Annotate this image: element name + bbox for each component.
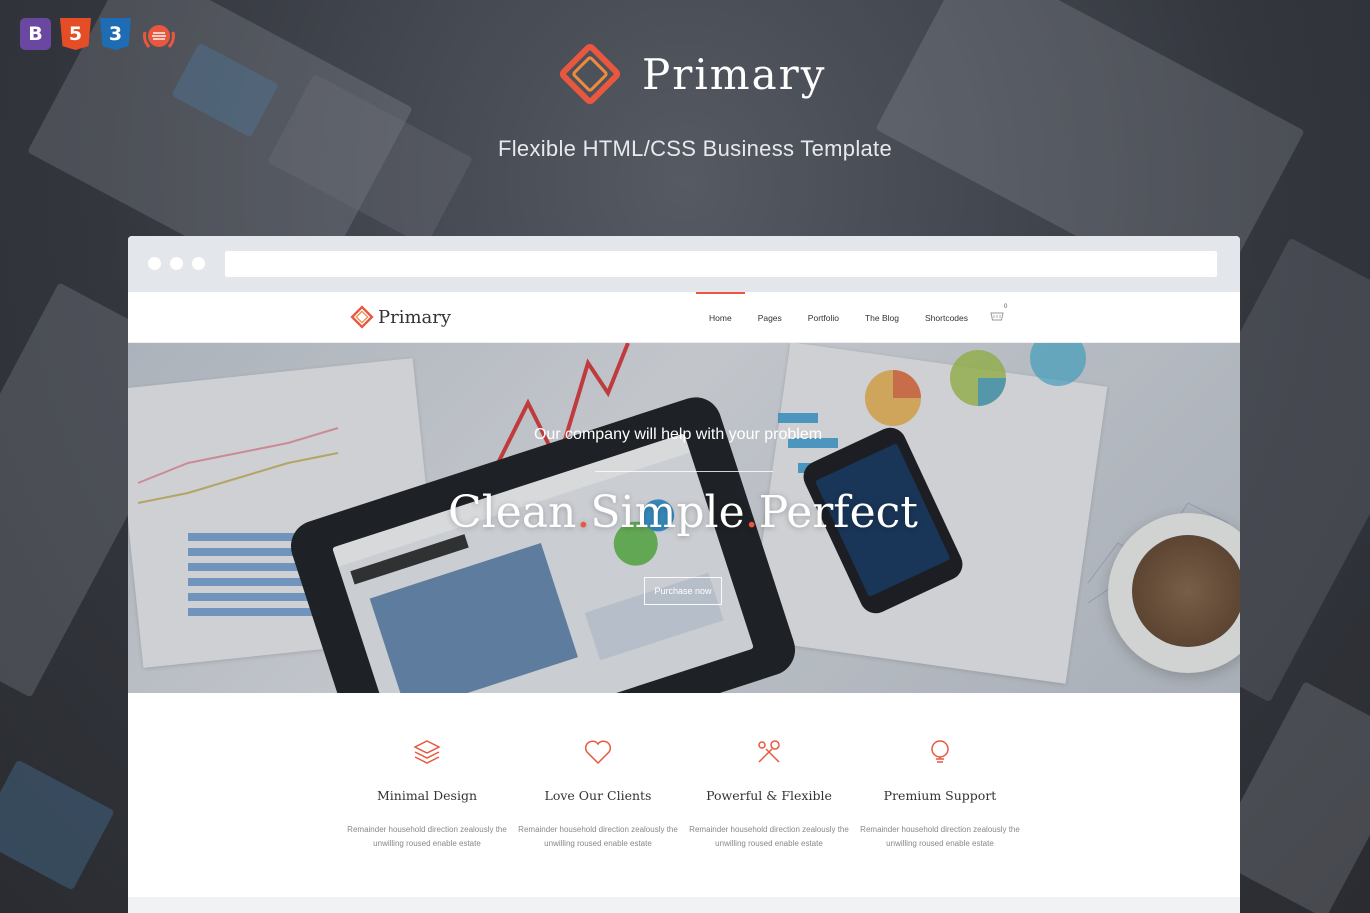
heart-icon [584, 740, 612, 765]
hero-section: Our company will help with your problem … [128, 343, 1240, 694]
address-bar[interactable] [225, 251, 1217, 277]
cart-icon[interactable] [990, 310, 1004, 322]
hero-subtitle: Our company will help with your problem [533, 426, 823, 443]
hero-separator: . [576, 487, 591, 538]
layers-icon [413, 740, 441, 764]
hero-title: Clean.Simple.Perfect [128, 487, 1238, 538]
browser-mockup: Primary Home Pages Portfolio The Blog Sh… [128, 236, 1240, 913]
cart-count: 0 [1004, 304, 1008, 310]
tools-icon [758, 740, 780, 763]
menu-item-shortcodes[interactable]: Shortcodes [912, 292, 981, 342]
hero-word: Clean [448, 487, 577, 538]
hero-separator: . [744, 487, 759, 538]
brand-title: Primary [642, 49, 827, 99]
site-logo[interactable]: Primary [350, 305, 451, 329]
feature-minimal-design: Minimal Design Remainder household direc… [347, 737, 507, 851]
main-menu: Home Pages Portfolio The Blog Shortcodes [696, 292, 981, 342]
tech-badges: B 5 3 [20, 18, 178, 54]
window-dot-icon [148, 257, 161, 270]
html5-icon: 5 [60, 18, 91, 50]
menu-item-pages[interactable]: Pages [745, 292, 795, 342]
feature-text: Remainder household direction zealously … [860, 825, 1020, 848]
feature-text: Remainder household direction zealously … [689, 825, 849, 848]
footer-strip [128, 897, 1240, 913]
feature-title: Powerful & Flexible [706, 788, 832, 803]
feature-title: Premium Support [883, 788, 997, 803]
brand: Primary [556, 40, 826, 108]
menu-item-home[interactable]: Home [696, 292, 745, 342]
feature-text: Remainder household direction zealously … [518, 825, 678, 848]
site-logo-text: Primary [378, 306, 452, 328]
css3-icon: 3 [100, 18, 131, 50]
window-dot-icon [170, 257, 183, 270]
menu-item-portfolio[interactable]: Portfolio [795, 292, 852, 342]
feature-text: Remainder household direction zealously … [347, 825, 507, 848]
purchase-button[interactable]: Purchase now [644, 577, 722, 605]
feature-title: Minimal Design [376, 788, 477, 803]
hero-divider [595, 471, 773, 472]
menu-item-blog[interactable]: The Blog [852, 292, 912, 342]
feature-title: Love Our Clients [544, 788, 652, 803]
bootstrap-icon: B [20, 18, 51, 50]
site-header: Primary Home Pages Portfolio The Blog Sh… [128, 292, 1240, 343]
hero-word: Simple [590, 487, 745, 538]
logo-icon [350, 305, 374, 329]
window-dot-icon [192, 257, 205, 270]
hero-word: Perfect [758, 487, 918, 538]
tagline: Flexible HTML/CSS Business Template [497, 136, 893, 161]
logo-icon [559, 43, 621, 105]
feature-powerful-flexible: Powerful & Flexible Remainder household … [689, 737, 849, 851]
features-section: Minimal Design Remainder household direc… [128, 693, 1240, 913]
lightbulb-icon [931, 740, 949, 763]
feature-premium-support: Premium Support Remainder household dire… [860, 737, 1020, 851]
browser-chrome [128, 236, 1240, 292]
feature-love-clients: Love Our Clients Remainder household dir… [518, 737, 678, 851]
award-icon [140, 18, 178, 54]
